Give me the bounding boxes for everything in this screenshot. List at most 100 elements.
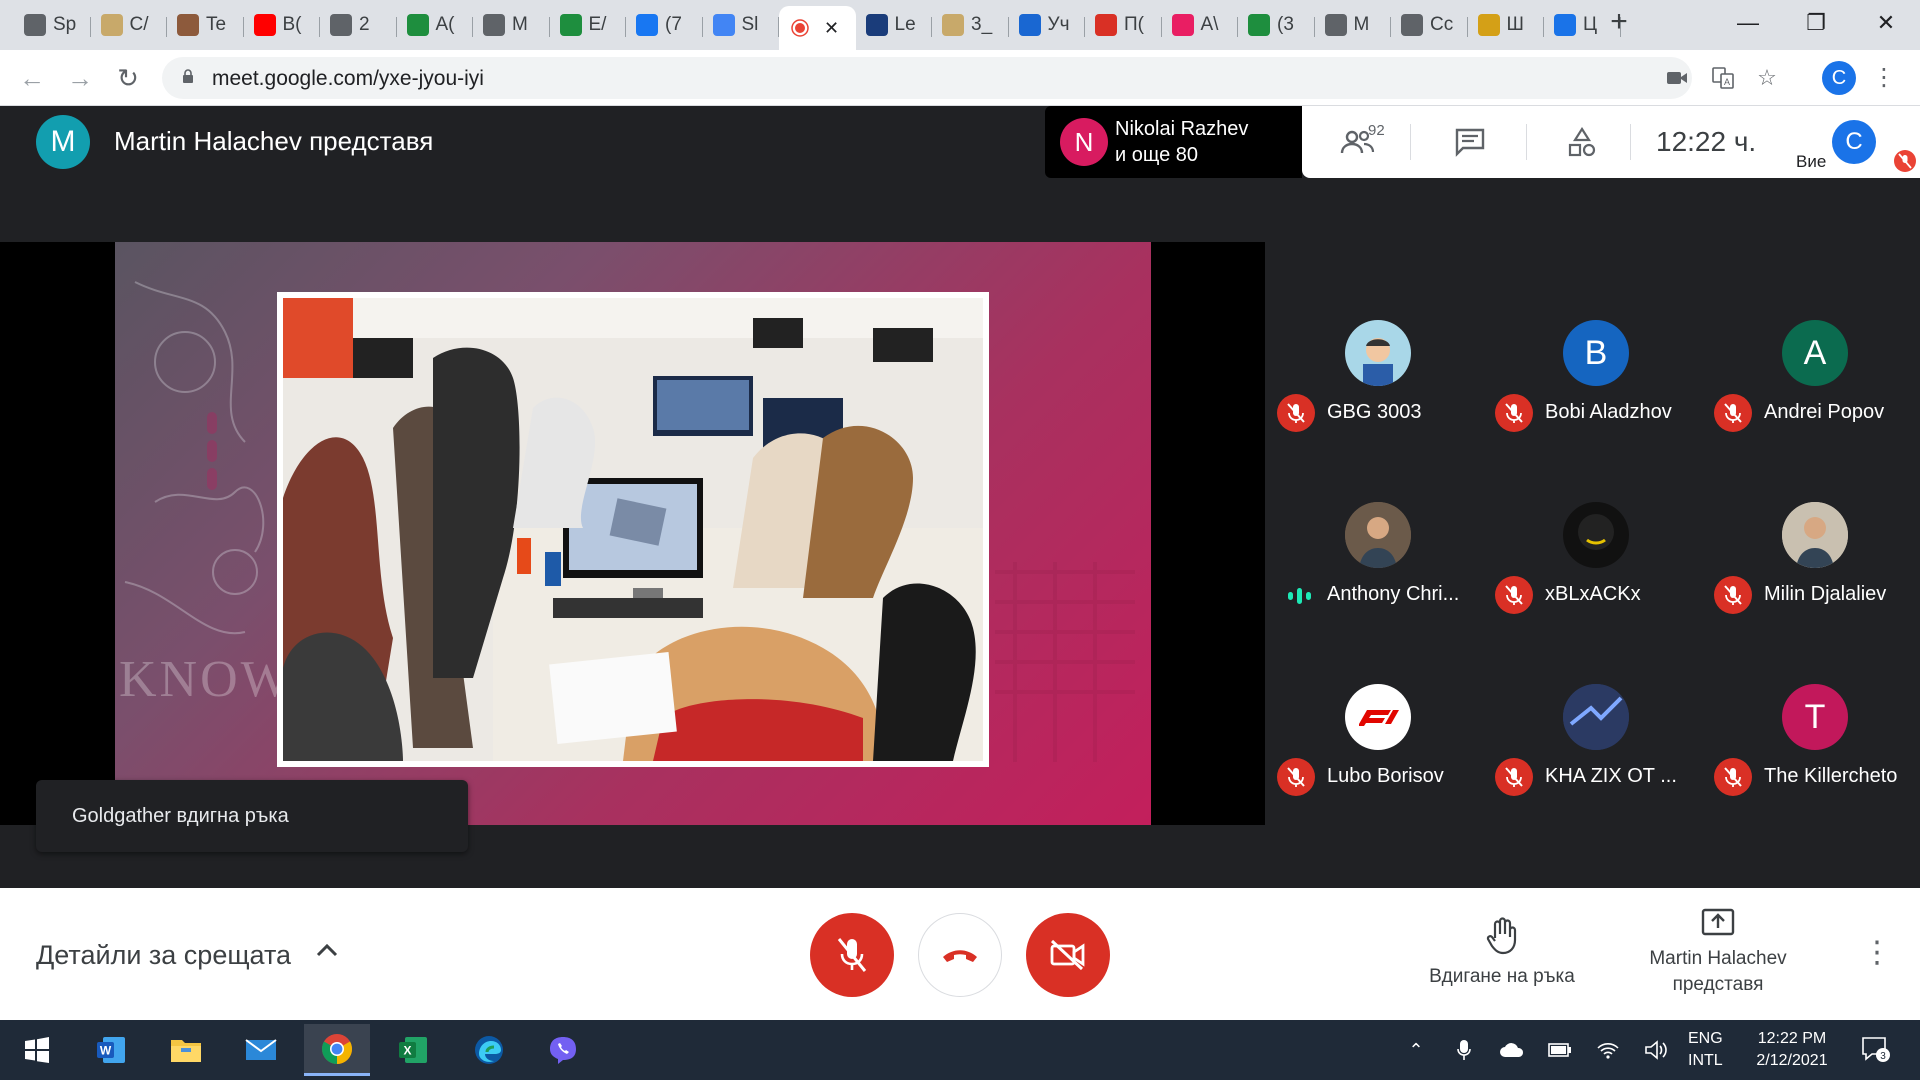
reload-button[interactable]: ↻ [110,60,146,96]
presenting-label-line1: Martin Halachev [1649,948,1787,969]
viber-app[interactable] [530,1024,596,1076]
present-screen-icon [1701,908,1735,936]
mic-off-icon [1714,758,1752,796]
browser-tab[interactable]: П( [1085,6,1162,44]
activities-icon[interactable] [1562,122,1602,162]
excel-app[interactable]: X [380,1024,446,1076]
participant-avatar: T [1782,684,1848,750]
browser-menu-button[interactable]: ⋮ [1872,60,1896,96]
participant-tile[interactable]: B Bobi Aladzhov [1483,262,1701,444]
browser-tab[interactable]: A\ [1162,6,1239,44]
browser-tab[interactable]: Le [856,6,933,44]
hand-icon [1486,917,1517,955]
lock-icon[interactable] [182,69,194,83]
more-options-button[interactable]: ⋮ [1862,930,1892,976]
input-language-indicator[interactable]: ENG INTL [1688,1028,1723,1072]
bookmark-star-icon[interactable]: ☆ [1752,63,1782,93]
facebook-icon [636,14,658,36]
participant-tile[interactable]: Lubo Borisov [1265,626,1483,808]
browser-tab[interactable]: 3_ [932,6,1009,44]
start-button[interactable] [4,1024,70,1076]
chevron-up-tray-icon[interactable]: ⌃ [1402,1036,1430,1064]
camera-indicator-icon[interactable] [1662,63,1692,93]
participant-tile[interactable]: Anthony Chri... [1265,444,1483,626]
participant-tile[interactable]: GBG 3003 [1265,262,1483,444]
minimize-button[interactable]: — [1714,6,1782,40]
new-tab-button[interactable]: + [1604,7,1634,38]
tab-close-icon[interactable]: ✕ [824,18,839,39]
close-window-button[interactable]: ✕ [1852,6,1920,40]
browser-tab[interactable]: Sp [14,6,91,44]
tab-title: Le [894,14,916,35]
browser-tab[interactable]: Sl [703,6,780,44]
battery-tray-icon[interactable] [1546,1036,1574,1064]
browser-tab[interactable]: (7 [626,6,703,44]
browser-tab[interactable]: Te [167,6,244,44]
file-explorer-app[interactable] [153,1024,219,1076]
profile-avatar[interactable]: C [1822,61,1856,95]
tab-title: E/ [588,14,607,35]
photo-icon [177,14,199,36]
mic-off-icon [837,938,867,972]
meeting-clock: 12:22 ч. [1656,126,1757,157]
browser-tab[interactable]: 2 [320,6,397,44]
browser-tab[interactable]: C/ [91,6,168,44]
slide-photo-frame [277,292,989,767]
chevron-up-icon[interactable] [312,936,342,966]
browser-tab[interactable]: Ш [1468,6,1545,44]
address-bar[interactable]: meet.google.com/yxe-jyou-iyi A ☆ [162,57,1777,99]
browser-tab[interactable]: A( [397,6,474,44]
raise-hand-button[interactable]: Вдигане на ръка [1412,916,1592,990]
onedrive-tray-icon[interactable] [1498,1036,1526,1064]
speaker-others: и още 80 [1115,144,1199,166]
participant-tile[interactable]: KHA ZIX OT ... [1483,626,1701,808]
self-avatar[interactable]: C [1832,120,1876,164]
participant-avatar: A [1782,320,1848,386]
keyboard-layout: INTL [1688,1052,1723,1069]
viber-icon [550,1037,576,1064]
camera-toggle-button[interactable] [1026,913,1110,997]
hand-raised-toast: Goldgather вдигна ръка [36,780,468,852]
browser-tab[interactable]: E/ [550,6,627,44]
chat-icon[interactable] [1450,122,1490,162]
browser-tab[interactable]: M [473,6,550,44]
wifi-tray-icon[interactable] [1594,1036,1622,1064]
participant-tile[interactable]: Milin Djalaliev [1702,444,1920,626]
classroom-photo [283,298,983,761]
header-divider [1526,124,1527,160]
browser-tab[interactable]: ✕ [779,6,856,50]
notification-center-button[interactable]: 3 [1860,1034,1890,1064]
participant-tile[interactable]: A Andrei Popov [1702,262,1920,444]
forward-button[interactable]: → [62,60,98,96]
self-muted-icon [1894,150,1916,172]
back-button[interactable]: ← [14,60,50,96]
tab-title: C/ [129,14,149,35]
restore-button[interactable]: ❐ [1782,6,1850,40]
browser-tab[interactable]: Уч [1009,6,1086,44]
mic-off-icon [1495,758,1533,796]
home-icon [1248,14,1270,36]
url-text[interactable]: meet.google.com/yxe-jyou-iyi [212,67,484,91]
browser-tab[interactable]: Cc [1391,6,1468,44]
microphone-toggle-button[interactable] [810,913,894,997]
presenting-button[interactable]: Martin Halachev представя [1628,908,1808,998]
system-clock[interactable]: 12:22 PM 2/12/2021 [1748,1028,1836,1072]
participant-tile[interactable]: T The Killercheto [1702,626,1920,808]
volume-tray-icon[interactable] [1642,1036,1670,1064]
mail-app[interactable] [228,1024,294,1076]
edge-app[interactable] [456,1024,522,1076]
browser-tab[interactable]: B( [244,6,321,44]
translate-icon[interactable]: A [1708,63,1738,93]
browser-tab[interactable]: (3 [1238,6,1315,44]
active-speaker-chip[interactable]: N Nikolai Razhev и още 80 [1045,106,1302,178]
participant-tile[interactable]: xBLxACKx [1483,444,1701,626]
browser-tab[interactable]: M [1315,6,1392,44]
microphone-tray-icon[interactable] [1450,1036,1478,1064]
chrome-app[interactable] [304,1024,370,1076]
meeting-details-button[interactable]: Детайли за срещата [36,940,291,971]
speaker-name: Nikolai Razhev [1115,118,1249,140]
word-app[interactable]: W [78,1024,144,1076]
presenter-title: Martin Halachev представя [114,126,434,156]
leave-call-button[interactable] [918,913,1002,997]
tab-title: Sl [741,14,759,35]
